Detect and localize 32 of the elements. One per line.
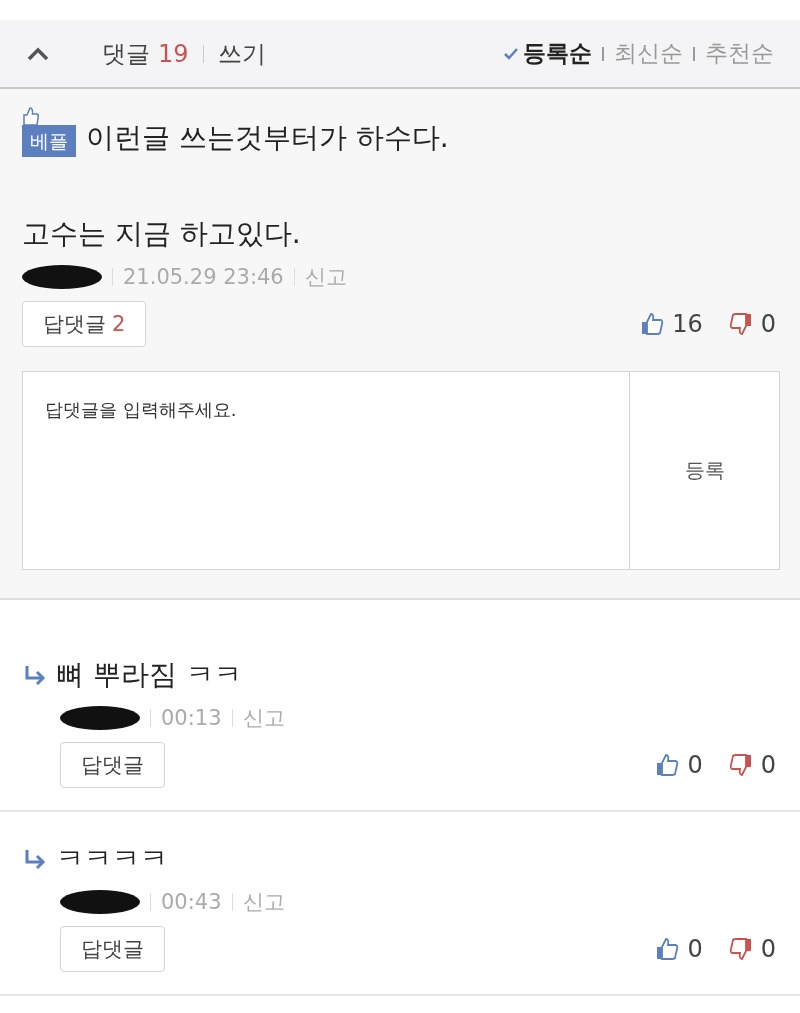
comment-time: 21.05.29 23:46 [123,265,284,289]
thumbs-up-icon [640,312,665,336]
comment-time: 00:43 [161,890,222,914]
comment-time: 00:13 [161,706,222,730]
like-button[interactable]: 16 [640,310,703,338]
reply-arrow-icon [24,849,46,869]
comments-label: 댓글 [102,38,150,70]
reply-text: ㅋㅋㅋㅋ [56,841,168,877]
thumbs-down-icon [728,753,753,777]
dislike-button[interactable]: 0 [728,310,776,338]
dislike-button[interactable]: 0 [728,751,776,779]
thumbs-down-icon [728,937,753,961]
reply-button[interactable]: 답댓글 2 [22,301,147,347]
reply-input-field[interactable]: 답댓글을 입력해주세요. [22,371,630,570]
comment-text: 고수는 지금 하고있다. [22,216,302,252]
reply-arrow-icon [24,665,46,685]
dislike-button[interactable]: 0 [728,935,776,963]
caret-icon [26,46,50,61]
sort-option[interactable]: 등록순 [503,38,592,69]
like-button[interactable]: 0 [655,751,703,779]
check-icon [503,47,519,60]
submit-button[interactable]: 등록 [630,371,780,570]
thumbs-up-icon [655,753,680,777]
comment-text: 이런글 쓰는것부터가 하수다. [86,120,449,156]
like-button[interactable]: 0 [655,935,703,963]
thumbs-down-icon [728,312,753,336]
comment-count: 19 [158,39,189,68]
reply-text: 뼈 뿌라짐 ㅋㅋ [56,657,242,693]
thumbs-up-icon [655,937,680,961]
reply-button[interactable]: 답댓글 [60,742,165,788]
reply-button[interactable]: 답댓글 [60,926,165,972]
write-link[interactable]: 쓰기 [217,37,266,70]
